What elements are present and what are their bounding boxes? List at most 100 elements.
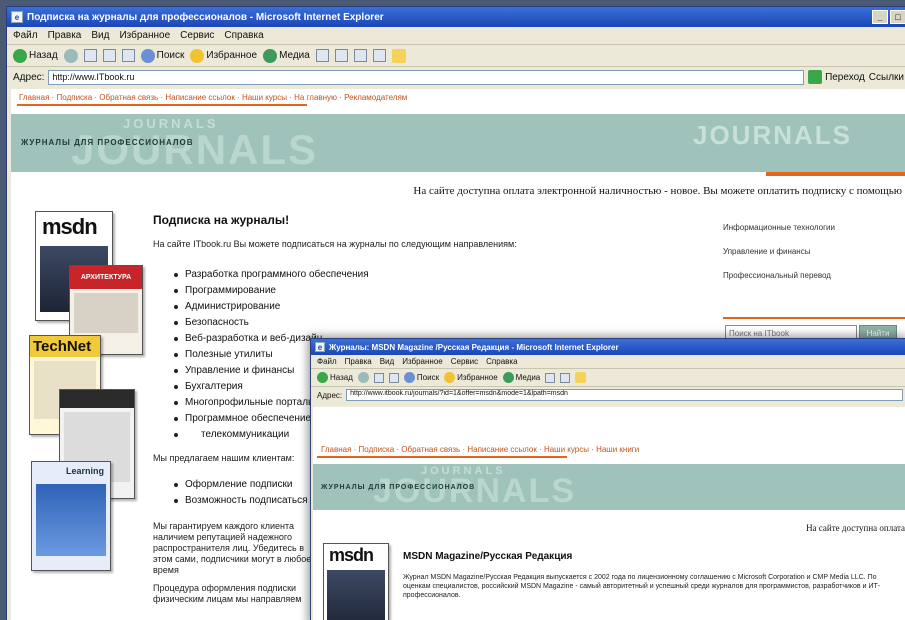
top-nav-links[interactable]: Главная · Подписка · Обратная связь · На… bbox=[313, 407, 905, 456]
cover-architecture-title: АРХИТЕКТУРА bbox=[70, 266, 142, 289]
print-icon[interactable] bbox=[353, 49, 367, 62]
minimize-button[interactable]: _ bbox=[872, 10, 888, 24]
folder-icon[interactable] bbox=[575, 372, 587, 383]
cover-msdn-art bbox=[327, 570, 385, 620]
favorites-button[interactable]: Избранное bbox=[190, 48, 257, 63]
toolbar: Назад Поиск Избранное Медиа bbox=[311, 369, 905, 387]
menu-view[interactable]: Вид bbox=[91, 30, 109, 41]
forward-icon[interactable] bbox=[63, 48, 78, 63]
menu-help[interactable]: Справка bbox=[486, 357, 517, 366]
menu-favorites[interactable]: Избранное bbox=[402, 357, 443, 366]
list-item[interactable]: Оформление подписки bbox=[171, 477, 308, 493]
media-icon bbox=[263, 48, 278, 63]
article-body: Журнал MSDN Magazine/Русская Редакция вы… bbox=[403, 574, 881, 599]
forward-icon[interactable] bbox=[357, 372, 369, 383]
media-icon bbox=[502, 372, 514, 383]
media-button[interactable]: Медиа bbox=[502, 372, 540, 383]
window-controls: _ □ bbox=[872, 10, 905, 24]
menu-edit[interactable]: Правка bbox=[345, 357, 372, 366]
ie-icon: e bbox=[11, 11, 23, 23]
menu-view[interactable]: Вид bbox=[380, 357, 394, 366]
search-icon bbox=[140, 48, 155, 63]
search-button[interactable]: Поиск bbox=[140, 48, 184, 63]
sidebar-link-translation[interactable]: Профессиональный перевод bbox=[723, 271, 831, 280]
top-nav-links[interactable]: Главная · Подписка · Обратная связь · На… bbox=[11, 89, 905, 104]
menu-bar: Файл Правка Вид Избранное Сервис Справка bbox=[311, 355, 905, 369]
cover-msdn[interactable]: msdn bbox=[323, 543, 389, 620]
menu-help[interactable]: Справка bbox=[224, 30, 263, 41]
menu-favorites[interactable]: Избранное bbox=[119, 30, 170, 41]
banner-tagline: ЖУРНАЛЫ ДЛЯ ПРОФЕССИОНАЛОВ bbox=[21, 138, 194, 147]
payment-notice: На сайте доступна оплата bbox=[806, 523, 905, 533]
top-nav-underline bbox=[17, 104, 307, 106]
menu-tools[interactable]: Сервис bbox=[180, 30, 214, 41]
refresh-icon[interactable] bbox=[388, 372, 399, 383]
list-item[interactable]: Программирование bbox=[171, 283, 369, 299]
window-title: Журналы: MSDN Magazine /Русская Редакция… bbox=[329, 342, 619, 352]
favorites-button[interactable]: Избранное bbox=[444, 372, 498, 383]
menu-bar: Файл Правка Вид Избранное Сервис Справка bbox=[7, 27, 905, 45]
folder-icon[interactable] bbox=[391, 48, 406, 63]
procedure-text: Процедура оформления подписки физическим… bbox=[153, 583, 302, 604]
list-item[interactable]: Администрирование bbox=[171, 299, 369, 315]
window-titlebar[interactable]: e Подписка на журналы для профессионалов… bbox=[7, 7, 905, 27]
home-icon[interactable] bbox=[121, 49, 135, 62]
sidebar-divider bbox=[723, 317, 905, 319]
window-titlebar[interactable]: e Журналы: MSDN Magazine /Русская Редакц… bbox=[311, 339, 905, 355]
site-banner: JOURNALS JOURNALS ЖУРНАЛЫ ДЛЯ ПРОФЕССИОН… bbox=[11, 114, 905, 172]
maximize-button[interactable]: □ bbox=[890, 10, 905, 24]
refresh-icon[interactable] bbox=[102, 49, 116, 62]
address-label: Адрес: bbox=[317, 390, 343, 400]
address-bar: Адрес: http://www.ITbook.ru Переход Ссыл… bbox=[7, 67, 905, 87]
media-button[interactable]: Медиа bbox=[263, 48, 310, 63]
banner-ghost-small: JOURNALS bbox=[123, 116, 219, 131]
guarantee-text: Мы гарантируем каждого клиента наличием … bbox=[153, 521, 312, 575]
sidebar-link-it[interactable]: Информационные технологии bbox=[723, 223, 835, 232]
cover-msdn-title: msdn bbox=[329, 545, 374, 565]
star-icon bbox=[190, 48, 205, 63]
cover-learning[interactable]: Learning bbox=[31, 461, 111, 571]
sidebar-link-finance[interactable]: Управление и финансы bbox=[723, 247, 810, 256]
payment-notice: На сайте доступна оплата электронной нал… bbox=[413, 185, 902, 197]
stop-icon[interactable] bbox=[83, 49, 97, 62]
address-input[interactable]: http://www.itbook.ru/journals/?id=1&offe… bbox=[346, 389, 903, 401]
menu-edit[interactable]: Правка bbox=[48, 30, 82, 41]
search-button[interactable]: Поиск bbox=[403, 372, 439, 383]
back-icon bbox=[317, 372, 328, 383]
mail-icon[interactable] bbox=[334, 49, 348, 62]
article-heading: MSDN Magazine/Русская Редакция bbox=[403, 551, 573, 562]
offer-text: Мы предлагаем нашим клиентам: bbox=[153, 453, 295, 463]
offer-list: Оформление подписки Возможность подписат… bbox=[171, 477, 308, 509]
history-icon[interactable] bbox=[545, 372, 556, 383]
intro-text: На сайте ITbook.ru Вы можете подписаться… bbox=[153, 239, 517, 249]
browser-window-msdn: e Журналы: MSDN Magazine /Русская Редакц… bbox=[310, 338, 905, 620]
edit-icon[interactable] bbox=[372, 49, 386, 62]
menu-file[interactable]: Файл bbox=[13, 30, 38, 41]
menu-tools[interactable]: Сервис bbox=[451, 357, 478, 366]
address-bar: Адрес: http://www.itbook.ru/journals/?id… bbox=[311, 387, 905, 403]
go-arrow-icon bbox=[808, 70, 823, 84]
cover-architecture-art bbox=[74, 293, 138, 333]
cover-technet-title: TechNet bbox=[30, 336, 100, 357]
banner-ghost-text: JOURNALS bbox=[71, 126, 319, 172]
links-label[interactable]: Ссылки bbox=[869, 72, 904, 83]
search-icon bbox=[403, 372, 415, 383]
cover-learning-title: Learning bbox=[65, 466, 104, 476]
back-button[interactable]: Назад bbox=[13, 48, 58, 63]
list-item[interactable]: Безопасность bbox=[171, 315, 369, 331]
cover-msdn-title: msdn bbox=[42, 214, 98, 239]
page-heading: Подписка на журналы! bbox=[153, 213, 290, 227]
banner-ghost-right: JOURNALS bbox=[693, 120, 853, 150]
back-icon bbox=[13, 48, 27, 63]
list-item[interactable]: Возможность подписаться bbox=[171, 493, 308, 509]
list-item[interactable]: Разработка программного обеспечения bbox=[171, 267, 369, 283]
banner-tagline: ЖУРНАЛЫ ДЛЯ ПРОФЕССИОНАЛОВ bbox=[321, 484, 476, 491]
back-button[interactable]: Назад bbox=[317, 372, 353, 383]
go-button[interactable]: Переход bbox=[808, 70, 865, 84]
mail-icon[interactable] bbox=[560, 372, 571, 383]
address-input[interactable]: http://www.ITbook.ru bbox=[48, 69, 805, 85]
stop-icon[interactable] bbox=[373, 372, 384, 383]
menu-file[interactable]: Файл bbox=[317, 357, 337, 366]
history-icon[interactable] bbox=[315, 49, 329, 62]
window-title: Подписка на журналы для профессионалов -… bbox=[27, 11, 384, 23]
